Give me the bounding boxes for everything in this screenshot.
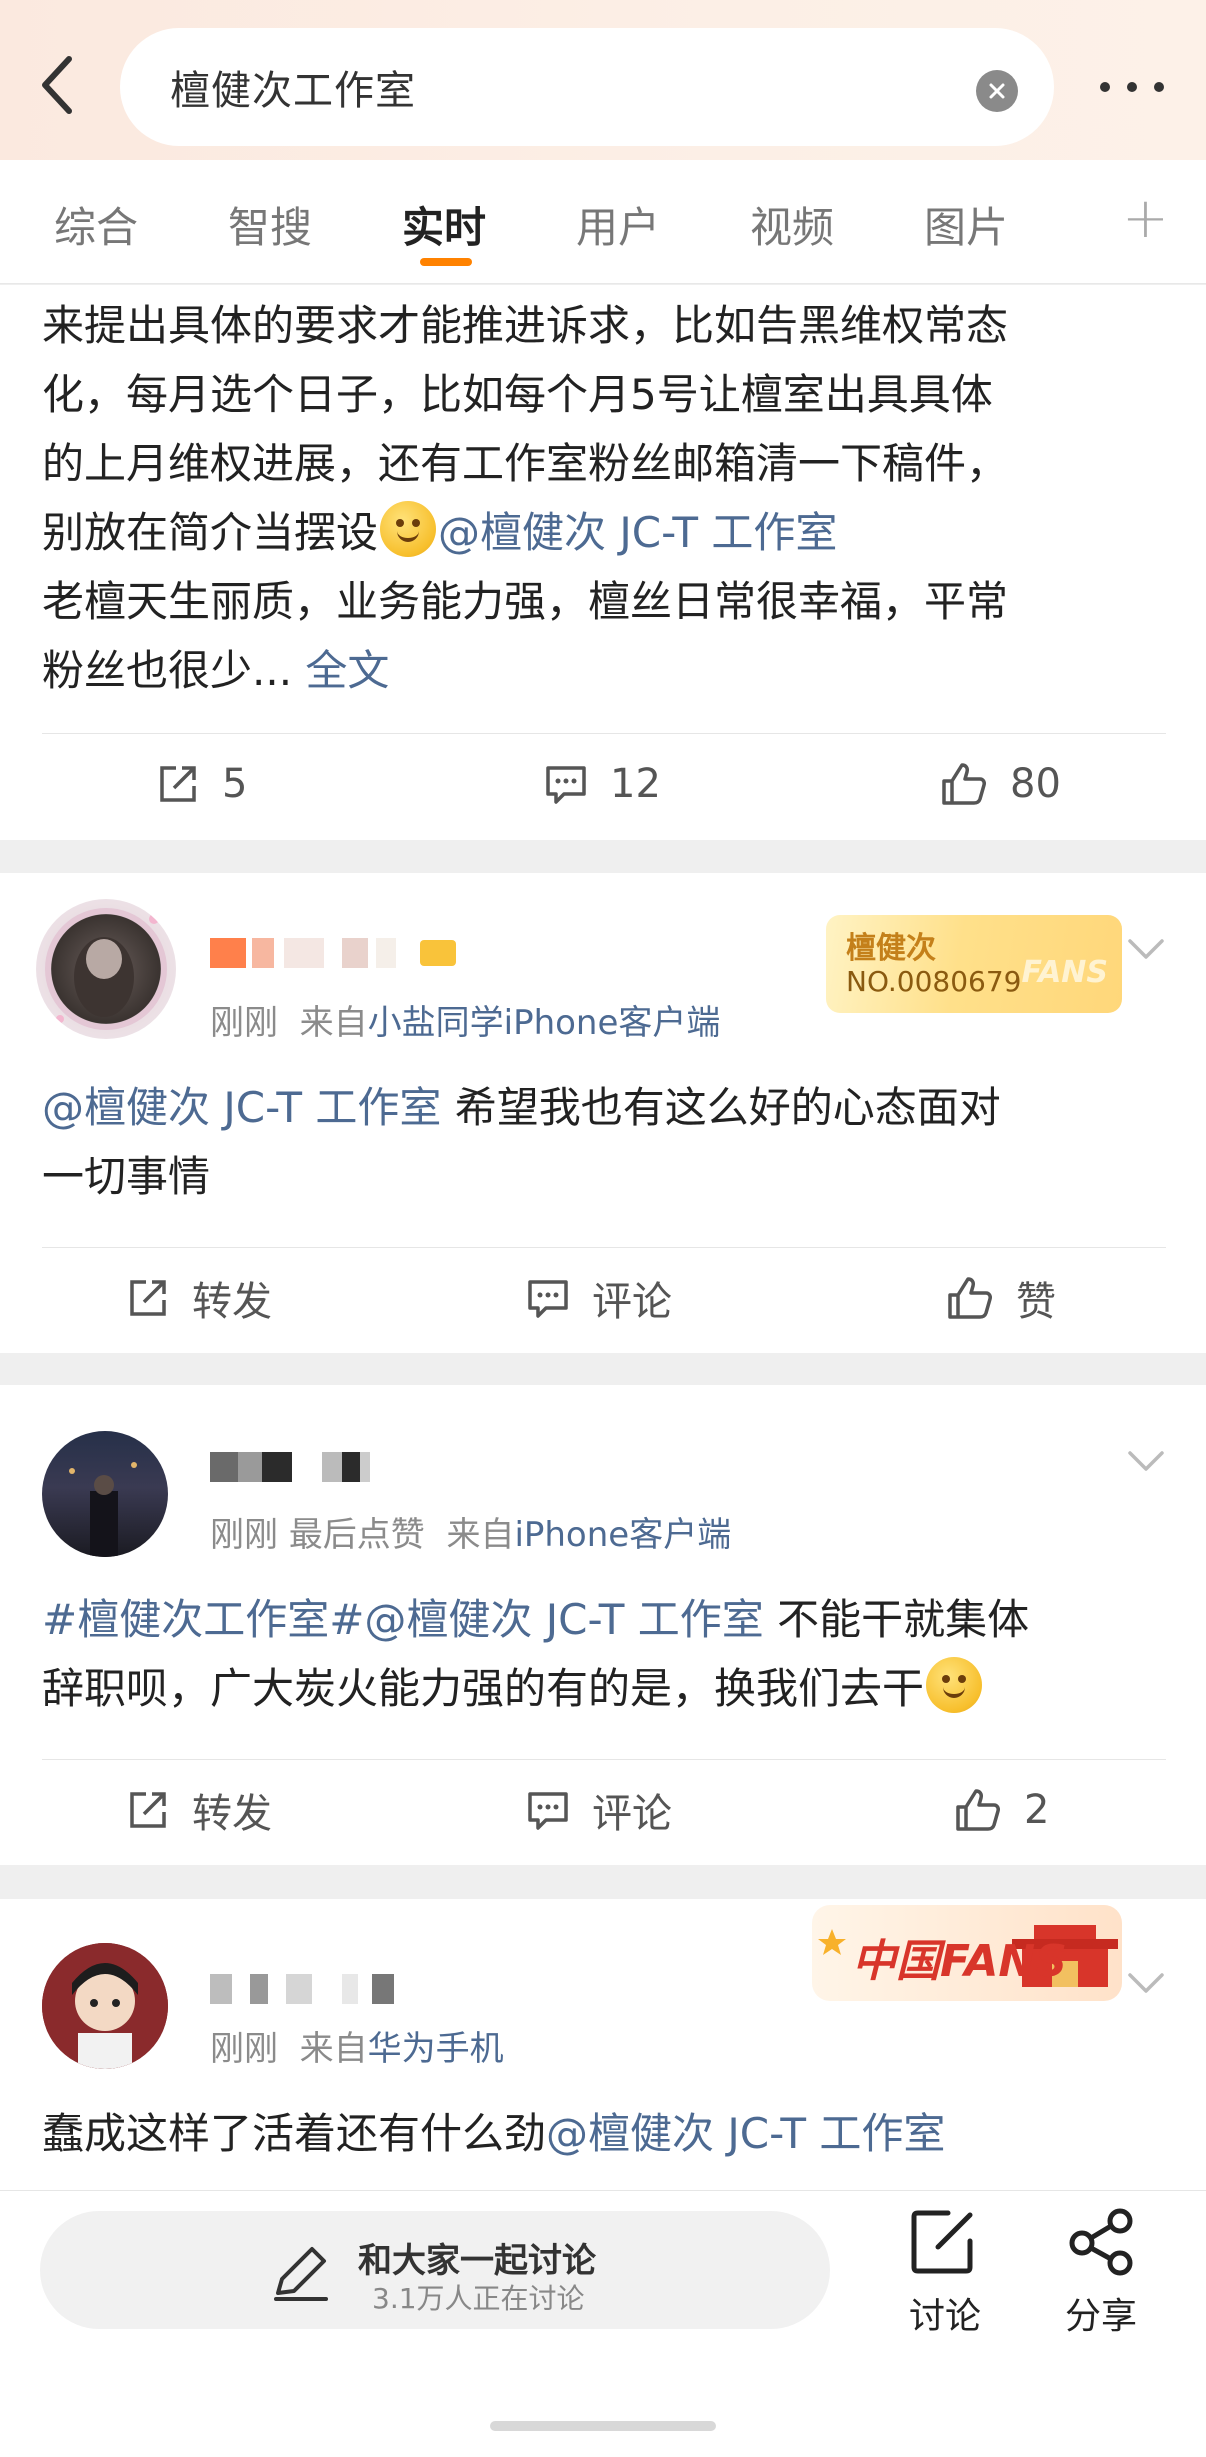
home-indicator	[490, 2421, 716, 2431]
post-card: 刚刚 最后点赞 来自iPhone客户端 #檀健次工作室#@檀健次 JC-T 工作…	[0, 1385, 1206, 1865]
tab-users[interactable]: 用户	[576, 194, 660, 255]
post-text: @檀健次 JC-T 工作室 希望我也有这么好的心态面对 一切事情	[42, 1083, 1001, 1201]
clear-button[interactable]	[976, 70, 1018, 112]
user-name-obscured[interactable]	[210, 933, 456, 973]
active-tab-indicator	[420, 258, 472, 266]
more-dots-icon	[1100, 82, 1110, 92]
tab-images[interactable]: 图片	[924, 194, 1008, 255]
pencil-icon	[274, 2247, 328, 2301]
thumbs-up-icon	[948, 1277, 992, 1319]
tab-realtime[interactable]: 实时	[402, 194, 486, 255]
bottom-bar: 和大家一起讨论 3.1万人正在讨论 讨论 分享	[0, 2190, 1206, 2457]
tab-videos[interactable]: 视频	[750, 194, 834, 255]
repost-icon	[130, 1792, 166, 1828]
repost-icon	[160, 766, 196, 802]
post-meta: 刚刚 来自小盐同学iPhone客户端	[210, 1003, 721, 1043]
post-actions: 5 12 80	[0, 734, 1206, 834]
post-card: 来提出具体的要求才能推进诉求，比如告黑维权常态 化，每月选个日子，比如每个月5号…	[0, 285, 1206, 840]
comment-icon	[546, 766, 586, 804]
source-link[interactable]: iPhone客户端	[514, 1515, 731, 1555]
mention-link[interactable]: @檀健次 JC-T 工作室	[546, 2109, 945, 2158]
post-card: 刚刚 来自小盐同学iPhone客户端 檀健次 NO.0080679 FANS @…	[0, 873, 1206, 1353]
thumbs-up-icon	[956, 1789, 1000, 1831]
post-meta: 刚刚 来自华为手机	[210, 2029, 504, 2069]
discuss-button[interactable]: 讨论	[890, 2207, 1000, 2339]
tab-comprehensive[interactable]: 综合	[54, 194, 138, 255]
chevron-left-icon	[42, 56, 72, 114]
mention-link[interactable]: @檀健次 JC-T 工作室	[364, 1595, 763, 1644]
fans-badge[interactable]: 檀健次 NO.0080679 FANS	[826, 915, 1122, 1013]
comment-icon	[528, 1280, 568, 1318]
discuss-title: 和大家一起讨论	[358, 2241, 596, 2281]
chevron-down-icon[interactable]	[1126, 1969, 1166, 1997]
comment-icon	[528, 1792, 568, 1830]
source-link[interactable]: 小盐同学iPhone客户端	[368, 1003, 721, 1043]
top-bar: 檀健次工作室	[0, 0, 1206, 160]
post-text: 来提出具体的要求才能推进诉求，比如告黑维权常态 化，每月选个日子，比如每个月5号…	[42, 301, 1009, 695]
topic-link[interactable]: #檀健次工作室#	[42, 1595, 364, 1644]
add-tab-button[interactable]: +	[1122, 186, 1169, 251]
tab-bar: 综合 智搜 实时 用户 视频 图片 +	[0, 160, 1206, 284]
comment-button[interactable]: 12	[544, 734, 661, 834]
post-card: 刚刚 来自华为手机 中国FANS 蠢成这样了活着还有什么劲@檀健次 JC-T 工…	[0, 1899, 1206, 2190]
chevron-down-icon[interactable]	[1126, 1447, 1166, 1475]
chevron-down-icon[interactable]	[1126, 935, 1166, 963]
clear-icon	[989, 83, 1005, 99]
post-actions: 转发 评论 赞	[0, 1248, 1206, 1348]
share-button[interactable]: 分享	[1046, 2207, 1156, 2339]
post-actions: 转发 评论 2	[0, 1760, 1206, 1860]
china-fans-badge[interactable]: 中国FANS	[812, 1899, 1122, 2007]
avatar[interactable]	[42, 1431, 168, 1557]
discuss-count: 3.1万人正在讨论	[372, 2282, 585, 2315]
like-button[interactable]: 80	[940, 734, 1061, 834]
mention-link[interactable]: @檀健次 JC-T 工作室	[438, 508, 837, 557]
source-link[interactable]: 华为手机	[368, 2029, 504, 2069]
comment-button[interactable]: 评论	[526, 1760, 672, 1860]
discuss-input[interactable]: 和大家一起讨论 3.1万人正在讨论	[40, 2211, 830, 2329]
thinking-emoji-icon	[380, 501, 437, 557]
like-button[interactable]: 2	[954, 1760, 1049, 1860]
search-value: 檀健次工作室	[170, 68, 416, 114]
thumbs-up-icon	[942, 763, 986, 805]
post-meta: 刚刚 最后点赞 来自iPhone客户端	[210, 1515, 732, 1555]
full-text-link[interactable]: 全文	[305, 646, 389, 695]
avatar[interactable]	[36, 899, 176, 1039]
more-button[interactable]	[1090, 62, 1174, 112]
search-input[interactable]: 檀健次工作室	[120, 28, 1054, 146]
post-text: 蠢成这样了活着还有什么劲@檀健次 JC-T 工作室	[42, 2109, 946, 2158]
post-text: #檀健次工作室#@檀健次 JC-T 工作室 不能干就集体 辞职呗，广大炭火能力强…	[42, 1595, 1030, 1713]
smile-emoji-icon	[926, 1657, 983, 1713]
back-button[interactable]	[22, 50, 92, 120]
user-name-obscured[interactable]	[210, 1969, 394, 2009]
tab-smart-search[interactable]: 智搜	[228, 194, 312, 255]
avatar[interactable]	[42, 1943, 168, 2069]
repost-button[interactable]: 转发	[126, 1248, 272, 1348]
comment-button[interactable]: 评论	[526, 1248, 672, 1348]
edit-square-icon	[911, 2210, 973, 2274]
repost-button[interactable]: 转发	[126, 1760, 272, 1860]
mention-link[interactable]: @檀健次 JC-T 工作室	[42, 1083, 441, 1132]
share-icon	[1069, 2208, 1133, 2276]
repost-button[interactable]: 5	[156, 734, 247, 834]
repost-icon	[130, 1280, 166, 1316]
like-button[interactable]: 赞	[946, 1248, 1056, 1348]
user-name-obscured[interactable]	[210, 1447, 370, 1487]
